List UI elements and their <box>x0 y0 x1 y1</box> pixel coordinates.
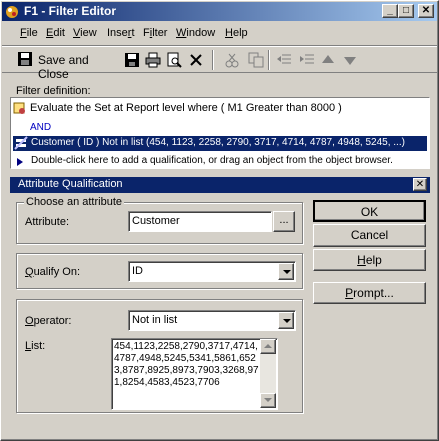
menu-window[interactable]: Window <box>176 27 215 39</box>
minimize-icon: _ <box>387 5 393 16</box>
print-icon[interactable] <box>145 52 161 68</box>
move-down-icon[interactable] <box>342 52 358 68</box>
arrow-right-icon <box>17 157 23 166</box>
menu-view[interactable]: View <box>73 27 97 39</box>
save-icon[interactable] <box>124 52 140 68</box>
and-operator[interactable]: AND <box>30 122 51 133</box>
menu-file[interactable]: File <box>20 27 38 39</box>
panel-close-button[interactable]: ✕ <box>413 178 427 191</box>
filter-definition-label: Filter definition: <box>16 85 91 97</box>
cut-icon[interactable] <box>224 52 240 68</box>
filter-line-customer[interactable]: Customer ( ID ) Not in list (454, 1123, … <box>13 136 427 151</box>
operator-label: Operator: <box>25 315 72 327</box>
help-label: Help <box>357 253 382 267</box>
menu-filter[interactable]: Filter <box>143 27 167 39</box>
qualify-on-value: ID <box>132 265 143 277</box>
qualify-on-select[interactable]: ID <box>128 261 296 282</box>
toolbar-separator-2 <box>268 50 270 70</box>
menu-help[interactable]: Help <box>225 27 248 39</box>
attribute-value: Customer <box>132 215 180 227</box>
filter-line-text: Customer ( ID ) Not in list (454, 1123, … <box>31 137 405 148</box>
scroll-up-button[interactable] <box>260 339 276 354</box>
toolbar: Save and Close <box>2 45 437 81</box>
maximize-icon: □ <box>402 5 410 16</box>
attribute-qualification-header: Attribute Qualification ✕ <box>10 177 430 193</box>
menu-bar: File Edit View Insert Filter Window Help <box>2 23 437 43</box>
qualify-on-label: Qualify On: <box>25 266 81 278</box>
save-close-label: Save and Close <box>38 53 89 81</box>
list-scrollbar[interactable] <box>260 339 276 408</box>
menu-insert[interactable]: Insert <box>107 27 135 39</box>
print-preview-icon[interactable] <box>166 52 182 68</box>
list-textarea[interactable]: 454,1123,2258,2790,3717,4714,4787,4948,5… <box>111 338 278 410</box>
close-icon: ✕ <box>421 5 431 16</box>
cancel-label: Cancel <box>350 228 389 242</box>
attribute-label: Attribute: <box>25 216 70 228</box>
prompt-label: Prompt... <box>345 286 394 300</box>
browse-attribute-button[interactable]: ... <box>273 211 295 232</box>
window-title: F1 - Filter Editor <box>24 4 117 18</box>
maximize-button[interactable]: □ <box>398 4 414 18</box>
filter-line-text: Double-click here to add a qualification… <box>31 155 393 166</box>
ok-label: OK <box>360 205 379 219</box>
set-level-icon <box>13 102 27 116</box>
filter-definition-panel: Evaluate the Set at Report level where (… <box>10 97 430 169</box>
outdent-icon[interactable] <box>276 52 292 68</box>
chevron-down-icon[interactable] <box>278 263 294 280</box>
chevron-down-icon[interactable] <box>278 312 294 329</box>
list-label: List: <box>25 340 46 352</box>
prompt-button[interactable]: Prompt... <box>313 282 426 304</box>
filter-line-text: Evaluate the Set at Report level where (… <box>30 102 342 114</box>
delete-icon[interactable] <box>188 52 204 68</box>
filter-line-hint[interactable]: Double-click here to add a qualification… <box>13 154 427 168</box>
list-value: 454,1123,2258,2790,3717,4714,4787,4948,5… <box>114 341 259 388</box>
floppy-icon <box>18 52 32 66</box>
panel-title: Attribute Qualification <box>18 178 123 190</box>
toolbar-separator <box>212 50 214 70</box>
move-up-icon[interactable] <box>320 52 336 68</box>
chevron-down-icon <box>264 398 272 402</box>
scroll-down-button[interactable] <box>260 393 276 408</box>
minimize-button[interactable]: _ <box>382 4 398 18</box>
ok-button[interactable]: OK <box>313 200 426 222</box>
operator-value: Not in list <box>132 314 178 326</box>
indent-icon[interactable] <box>299 52 315 68</box>
save-close-button[interactable]: Save and Close <box>18 51 118 81</box>
title-bar: F1 - Filter Editor _ □ ✕ <box>2 2 437 21</box>
close-icon: ✕ <box>415 179 425 190</box>
ellipsis-label: ... <box>279 214 289 226</box>
app-icon <box>5 4 20 19</box>
filter-line-set[interactable]: Evaluate the Set at Report level where (… <box>13 102 427 116</box>
attribute-icon <box>14 136 28 150</box>
operator-select[interactable]: Not in list <box>128 310 296 331</box>
choose-attribute-legend: Choose an attribute <box>24 196 125 208</box>
cancel-button[interactable]: Cancel <box>313 224 426 247</box>
help-button[interactable]: Help <box>313 249 426 271</box>
menu-edit[interactable]: Edit <box>46 27 65 39</box>
close-button[interactable]: ✕ <box>418 4 434 18</box>
attribute-field[interactable]: Customer <box>128 211 272 232</box>
copy-icon[interactable] <box>248 52 264 68</box>
chevron-up-icon <box>264 344 272 348</box>
